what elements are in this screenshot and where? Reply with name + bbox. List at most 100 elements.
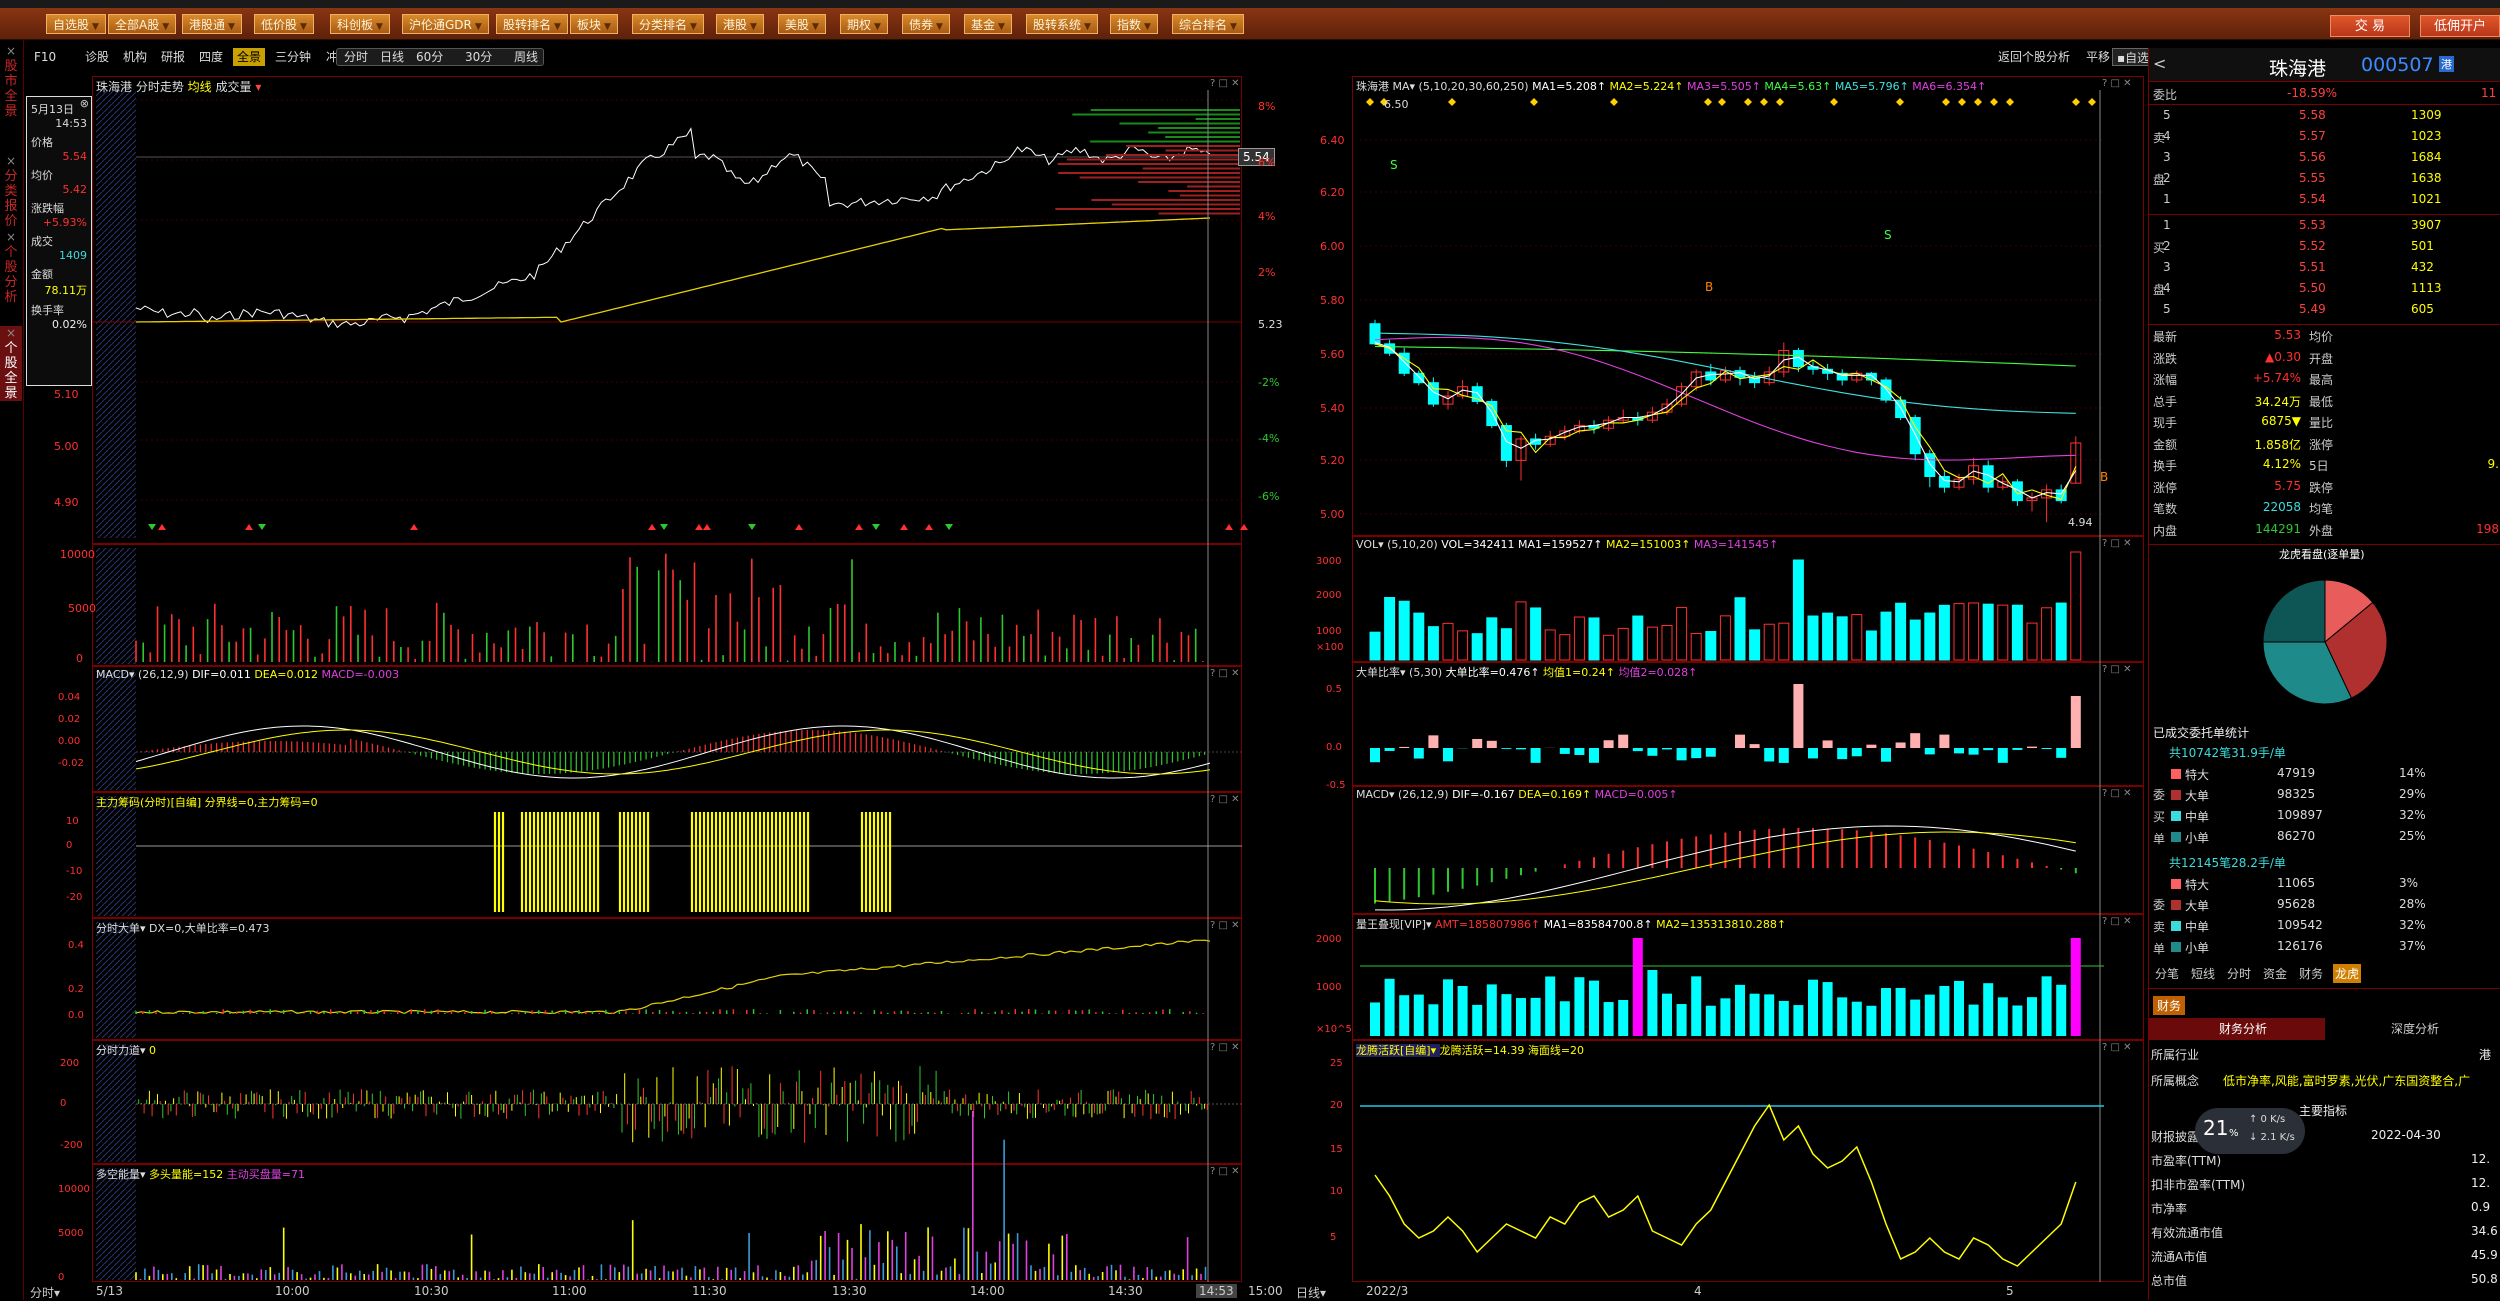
fin-value: 低市净率,风能,富时罗素,光伏,广东国资整合,广 bbox=[2223, 1072, 2470, 1089]
intraday-x-label: 10:30 bbox=[414, 1284, 449, 1298]
signal-marker bbox=[703, 524, 711, 530]
daily-vol-bar bbox=[1925, 613, 1935, 660]
fin-key: 有效流通市值 bbox=[2151, 1224, 2223, 1241]
intraday-x-label: 13:30 bbox=[832, 1284, 867, 1298]
daily-dadan-bar bbox=[1852, 748, 1862, 756]
longteng-hx: 海面线=20 bbox=[1528, 1044, 1584, 1057]
daily-x-tag[interactable]: 日线▾ bbox=[1296, 1284, 1326, 1301]
quote-tab-4[interactable]: 财务 bbox=[2297, 964, 2325, 983]
order-volume: 86270 bbox=[2277, 829, 2315, 843]
macd-params: (26,12,9) bbox=[138, 668, 192, 681]
vol-axis-label: 0 bbox=[76, 652, 83, 665]
duokong-name[interactable]: 多空能量▾ bbox=[96, 1168, 149, 1181]
avg-price-line bbox=[136, 218, 1210, 322]
daily-dadan-bar bbox=[1706, 748, 1716, 757]
daily-vol-bar bbox=[1793, 560, 1803, 660]
finance-subtab-1[interactable]: 深度分析 bbox=[2391, 1020, 2439, 1037]
liangwang-bar bbox=[1750, 994, 1760, 1036]
panel-controls-icon[interactable]: ? □ ✕ bbox=[1210, 1042, 1240, 1053]
order-type: 中单 bbox=[2185, 918, 2209, 935]
lidao-name[interactable]: 分时力道▾ bbox=[96, 1044, 149, 1057]
finance-subtab-0[interactable]: 财务分析 bbox=[2219, 1020, 2267, 1037]
daily-dadan-bar bbox=[1589, 748, 1599, 763]
ask-price: 5.57 bbox=[2299, 129, 2326, 143]
kline-axis: 5.00 bbox=[1320, 508, 1345, 521]
intraday-tab-0[interactable]: 分时走势 bbox=[132, 80, 184, 94]
longteng-axis: 15 bbox=[1330, 1144, 1343, 1155]
fin-value: 港 bbox=[2479, 1046, 2491, 1063]
kline-diamond-marker bbox=[1958, 98, 1966, 106]
panel-controls-icon[interactable]: ? □ ✕ bbox=[2102, 916, 2132, 927]
macd-name[interactable]: MACD▾ bbox=[96, 668, 138, 681]
liangwang-bar bbox=[1837, 997, 1847, 1036]
quote-stock-name: 珠海港 bbox=[2269, 54, 2326, 81]
signal-marker bbox=[795, 524, 803, 530]
ask-price: 5.56 bbox=[2299, 150, 2326, 164]
hk-tag: 港 bbox=[2439, 56, 2454, 72]
signal-marker bbox=[648, 524, 656, 530]
fin-value: 45.9 bbox=[2471, 1248, 2498, 1262]
daily-dadan-bar bbox=[1823, 740, 1833, 748]
price-axis-label: 4.90 bbox=[54, 496, 79, 509]
daily-macd-name[interactable]: MACD▾ bbox=[1356, 788, 1398, 801]
buy-label: 买 bbox=[2153, 239, 2165, 256]
longteng-name[interactable]: 龙腾活跃[自编]▾ bbox=[1356, 1044, 1440, 1057]
chevron-down-icon[interactable]: ▾ bbox=[252, 80, 262, 94]
daily-vol-bar bbox=[1560, 635, 1570, 660]
liangwang-bar bbox=[1793, 1005, 1803, 1036]
quote-tab-0[interactable]: 分笔 bbox=[2153, 964, 2181, 983]
vol-name[interactable]: VOL▾ bbox=[1356, 538, 1387, 551]
daily-vol-bar bbox=[1516, 602, 1526, 660]
kline-high-label: 6.50 bbox=[1384, 98, 1409, 111]
dadan-name[interactable]: 分时大单▾ bbox=[96, 922, 149, 935]
panel-controls-icon[interactable]: ? □ ✕ bbox=[2102, 788, 2132, 799]
ask-volume: 1021 bbox=[2411, 192, 2442, 206]
fin-key: 市净率 bbox=[2151, 1200, 2187, 1217]
quote-tab-2[interactable]: 分时 bbox=[2225, 964, 2253, 983]
panel-controls-icon[interactable]: ? □ ✕ bbox=[2102, 1042, 2132, 1053]
panel-controls-icon[interactable]: ? □ ✕ bbox=[1210, 668, 1240, 679]
legend-swatch bbox=[2171, 832, 2181, 842]
kline-ma[interactable]: MA▾ bbox=[1393, 80, 1419, 93]
intraday-tab-1[interactable]: 均线 bbox=[184, 80, 212, 94]
kline-diamond-marker bbox=[1704, 98, 1712, 106]
x-axis-tag[interactable]: 分时▾ bbox=[30, 1284, 60, 1301]
zhuli-name[interactable]: 主力筹码(分时)[自编] bbox=[96, 796, 205, 809]
tooltip-key: 金额 bbox=[31, 266, 87, 282]
quote-tab-3[interactable]: 资金 bbox=[2261, 964, 2289, 983]
liangwang-name[interactable]: 量王叠现[VIP]▾ bbox=[1356, 918, 1435, 931]
daily-vol-bar bbox=[1706, 632, 1716, 660]
zhuli-axis: -20 bbox=[66, 892, 82, 903]
sell-signal-marker: S bbox=[1390, 158, 1398, 172]
panel-controls-icon[interactable]: ? □ ✕ bbox=[1210, 920, 1240, 931]
stat-key: 最新 bbox=[2153, 328, 2177, 345]
liangwang-bar bbox=[1808, 980, 1818, 1036]
panel-controls-icon[interactable]: ? □ ✕ bbox=[1210, 794, 1240, 805]
pie-slice bbox=[2263, 580, 2325, 642]
daily-vol-bar bbox=[1428, 627, 1438, 660]
bid-level: 5 bbox=[2163, 302, 2171, 316]
liangwang-bar bbox=[1969, 1005, 1979, 1036]
panel-controls-icon[interactable]: ? □ ✕ bbox=[1210, 1166, 1240, 1177]
panel-controls-icon[interactable]: ? □ ✕ bbox=[2102, 664, 2132, 675]
daily-vol-bar bbox=[1472, 634, 1482, 660]
finance-tab[interactable]: 财务 bbox=[2153, 996, 2185, 1015]
panel-controls-icon[interactable]: ? □ ✕ bbox=[2102, 78, 2132, 89]
daily-dadan-name[interactable]: 大单比率▾ bbox=[1356, 666, 1409, 679]
order-pct: 14% bbox=[2399, 766, 2426, 780]
intraday-tab-2[interactable]: 成交量 bbox=[212, 80, 252, 94]
close-icon[interactable]: ⊗ bbox=[80, 97, 89, 110]
liangwang-bar bbox=[1516, 998, 1526, 1036]
daily-dadan-bar bbox=[2042, 748, 2052, 749]
quote-tab-5[interactable]: 龙虎 bbox=[2333, 964, 2361, 983]
back-arrow-icon[interactable]: < bbox=[2153, 54, 2166, 73]
panel-controls-icon[interactable]: ? □ ✕ bbox=[2102, 538, 2132, 549]
quote-tab-1[interactable]: 短线 bbox=[2189, 964, 2217, 983]
kline-diamond-marker bbox=[1366, 98, 1374, 106]
pie-title: 龙虎看盘(逐单量) bbox=[2279, 546, 2365, 562]
macd-axis: -0.02 bbox=[58, 758, 84, 769]
panel-controls-icon[interactable]: ? □ ✕ bbox=[1210, 78, 1240, 89]
order-pct: 28% bbox=[2399, 897, 2426, 911]
order-pct: 37% bbox=[2399, 939, 2426, 953]
ask-volume: 1684 bbox=[2411, 150, 2442, 164]
